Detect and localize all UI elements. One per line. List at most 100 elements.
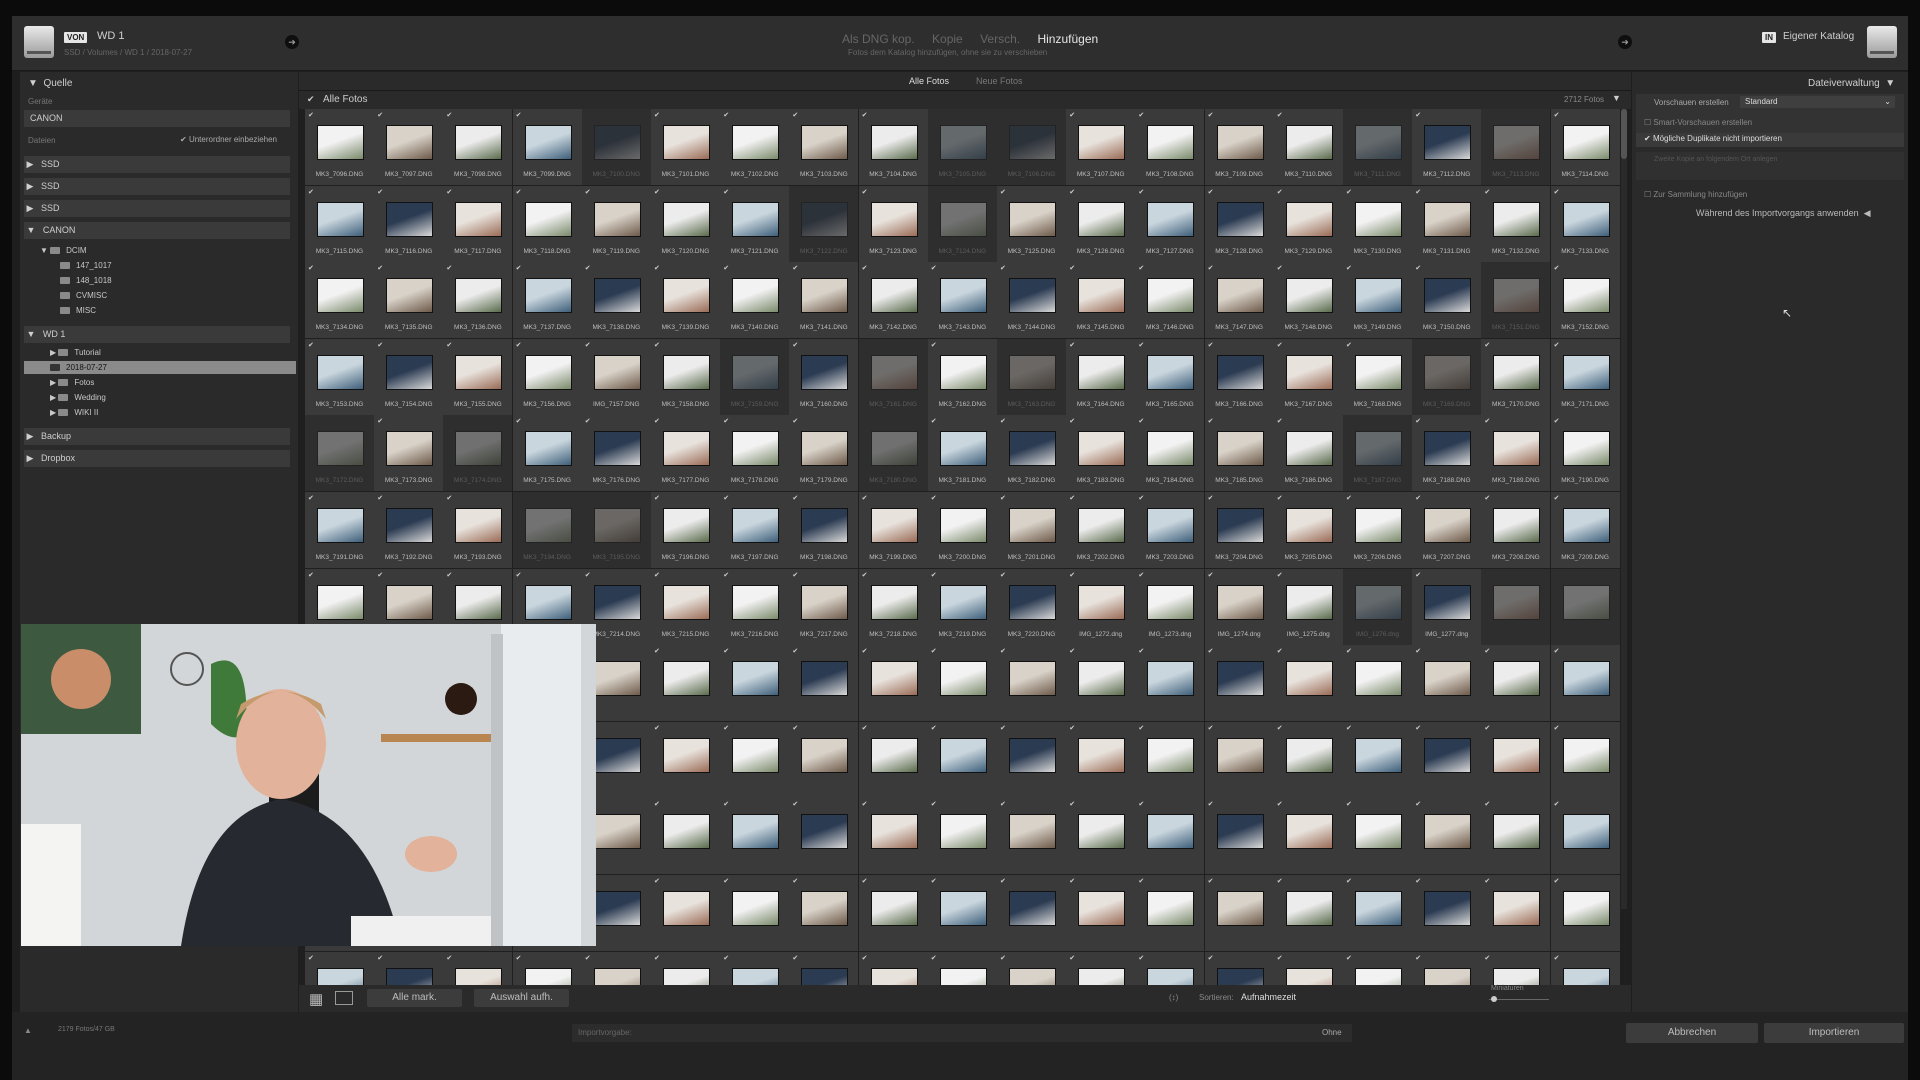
photo-checkbox[interactable]: ✔ [585,264,591,272]
photo-checkbox[interactable]: ✔ [1415,877,1421,885]
photo-cell[interactable]: ✔ MK3_7186.DNG [1273,415,1343,492]
photo-cell[interactable]: ✔ IMG_1277.dng [1412,568,1482,645]
photo-cell[interactable]: ✔ [1204,875,1274,951]
photo-cell[interactable]: ✔ MK3_7141.DNG [789,262,859,339]
mode-move[interactable]: Versch. [980,32,1020,46]
photo-cell[interactable]: ✔ IMG_1274.dng [1204,568,1274,645]
grid-view-icon[interactable]: ▦ [309,990,323,1008]
photo-checkbox[interactable]: ✔ [792,724,798,732]
photo-checkbox[interactable]: ✔ [1208,111,1214,119]
drive-ssd-1[interactable]: ▶ SSD [24,156,290,173]
photo-checkbox[interactable]: ✔ [792,341,798,349]
photo-cell[interactable]: ✔ MK3_7191.DNG [305,492,374,568]
photo-checkbox[interactable]: ✔ [723,264,729,272]
photo-cell[interactable]: ✔ MK3_7125.DNG [997,185,1066,262]
photo-checkbox[interactable]: ✔ [1069,341,1075,349]
photo-cell[interactable]: ✔ [720,721,790,798]
photo-cell[interactable]: ✔ MK3_7181.DNG [927,415,997,492]
folder-misc[interactable]: MISC [60,306,96,315]
photo-checkbox[interactable]: ✔ [516,341,522,349]
photo-checkbox[interactable]: ✔ [446,494,452,502]
photo-checkbox[interactable]: ✔ [1415,954,1421,962]
photo-checkbox[interactable]: ✔ [1000,188,1006,196]
drive-backup[interactable]: ▶ Backup [24,428,290,445]
source-title[interactable]: WD 1 [97,30,125,42]
expand-up-icon[interactable]: ▲ [24,1026,32,1035]
photo-checkbox[interactable]: ✔ [931,494,937,502]
photo-checkbox[interactable]: ✔ [1069,724,1075,732]
photo-checkbox[interactable]: ✔ [1277,724,1283,732]
source-disk-icon[interactable] [24,26,54,58]
photo-checkbox[interactable]: ✔ [931,954,937,962]
mode-add[interactable]: Hinzufügen [1037,32,1098,46]
photo-checkbox[interactable]: ✔ [792,494,798,502]
photo-cell[interactable]: ✔ MK3_7215.DNG [651,568,720,645]
photo-cell[interactable]: ✔ [1204,645,1274,722]
photo-cell[interactable]: ✔ MK3_7134.DNG [305,262,374,339]
photo-checkbox[interactable]: ✔ [585,417,591,425]
photo-checkbox[interactable]: ✔ [862,571,868,579]
photo-checkbox[interactable]: ✔ [1415,647,1421,655]
photo-cell[interactable]: ✔ MK3_7150.DNG [1412,262,1482,339]
photo-checkbox[interactable]: ✔ [1554,800,1560,808]
photo-checkbox[interactable]: ✔ [654,800,660,808]
photo-checkbox[interactable]: ✔ [1138,494,1144,502]
photo-checkbox[interactable]: ✔ [792,417,798,425]
photo-cell[interactable]: ✔ MK3_7143.DNG [927,262,997,339]
device-canon[interactable]: CANON [24,110,290,127]
photo-cell[interactable]: ✔ MK3_7147.DNG [1204,262,1274,339]
photo-checkbox[interactable]: ✔ [723,571,729,579]
photo-cell[interactable]: MK3_7187.DNG [1343,415,1412,492]
photo-cell[interactable]: ✔ MK3_7127.DNG [1135,185,1205,262]
photo-cell[interactable]: ✔ MK3_7119.DNG [581,185,651,262]
photo-checkbox[interactable]: ✔ [1208,877,1214,885]
photo-cell[interactable]: ✔ [1273,721,1343,798]
photo-cell[interactable]: ✔ MK3_7097.DNG [374,109,444,185]
photo-checkbox[interactable]: ✔ [931,877,937,885]
photo-checkbox[interactable]: ✔ [792,264,798,272]
photo-cell[interactable]: ✔ MK3_7144.DNG [997,262,1066,339]
photo-checkbox[interactable]: ✔ [446,341,452,349]
photo-checkbox[interactable]: ✔ [1000,494,1006,502]
photo-checkbox[interactable]: ✔ [1208,341,1214,349]
photo-checkbox[interactable]: ✔ [1277,571,1283,579]
folder-cvmisc[interactable]: CVMISC [60,291,107,300]
photo-checkbox[interactable]: ✔ [377,341,383,349]
catalog-label[interactable]: Eigener Katalog [1783,31,1854,42]
photo-checkbox[interactable]: ✔ [1346,800,1352,808]
photo-cell[interactable]: ✔ MK3_7164.DNG [1066,338,1136,415]
mode-copy-dng[interactable]: Als DNG kop. [842,32,915,46]
photo-cell[interactable]: ✔ MK3_7170.DNG [1481,338,1551,415]
photo-checkbox[interactable]: ✔ [654,111,660,119]
photo-cell[interactable]: ✔ [651,798,720,875]
photo-cell[interactable]: ✔ MK3_7131.DNG [1412,185,1482,262]
photo-cell[interactable]: ✔ MK3_7096.DNG [305,109,374,185]
photo-cell[interactable]: ✔ MK3_7203.DNG [1135,492,1205,568]
photo-checkbox[interactable]: ✔ [1000,417,1006,425]
photo-cell[interactable]: ✔ [1066,798,1136,875]
folder-148[interactable]: 148_1018 [60,276,112,285]
photo-checkbox[interactable]: ✔ [1415,494,1421,502]
photo-cell[interactable]: ✔ MK3_7138.DNG [581,262,651,339]
photo-checkbox[interactable]: ✔ [1138,188,1144,196]
photo-cell[interactable]: ✔ MK3_7123.DNG [858,185,928,262]
photo-cell[interactable]: ✔ MK3_7103.DNG [789,109,859,185]
import-preset-value[interactable]: Ohne [1322,1028,1342,1037]
photo-checkbox[interactable]: ✔ [1484,494,1490,502]
mode-copy[interactable]: Kopie [932,32,963,46]
photo-cell[interactable]: ✔ [789,721,859,798]
photo-checkbox[interactable]: ✔ [1415,800,1421,808]
photo-checkbox[interactable]: ✔ [723,800,729,808]
photo-checkbox[interactable]: ✔ [723,111,729,119]
photo-checkbox[interactable]: ✔ [308,188,314,196]
photo-checkbox[interactable]: ✔ [516,111,522,119]
include-subfolders-checkbox[interactable]: ✔ Unterordner einbeziehen [180,135,277,144]
cancel-button[interactable]: Abbrechen [1626,1023,1758,1043]
photo-cell[interactable]: MK3_7194.DNG [512,492,582,568]
photo-checkbox[interactable]: ✔ [1415,571,1421,579]
photo-checkbox[interactable]: ✔ [1138,724,1144,732]
photo-checkbox[interactable]: ✔ [1484,647,1490,655]
photo-cell[interactable]: ✔ [1204,798,1274,875]
photo-checkbox[interactable]: ✔ [516,571,522,579]
photo-cell[interactable]: ✔ [1412,875,1482,951]
